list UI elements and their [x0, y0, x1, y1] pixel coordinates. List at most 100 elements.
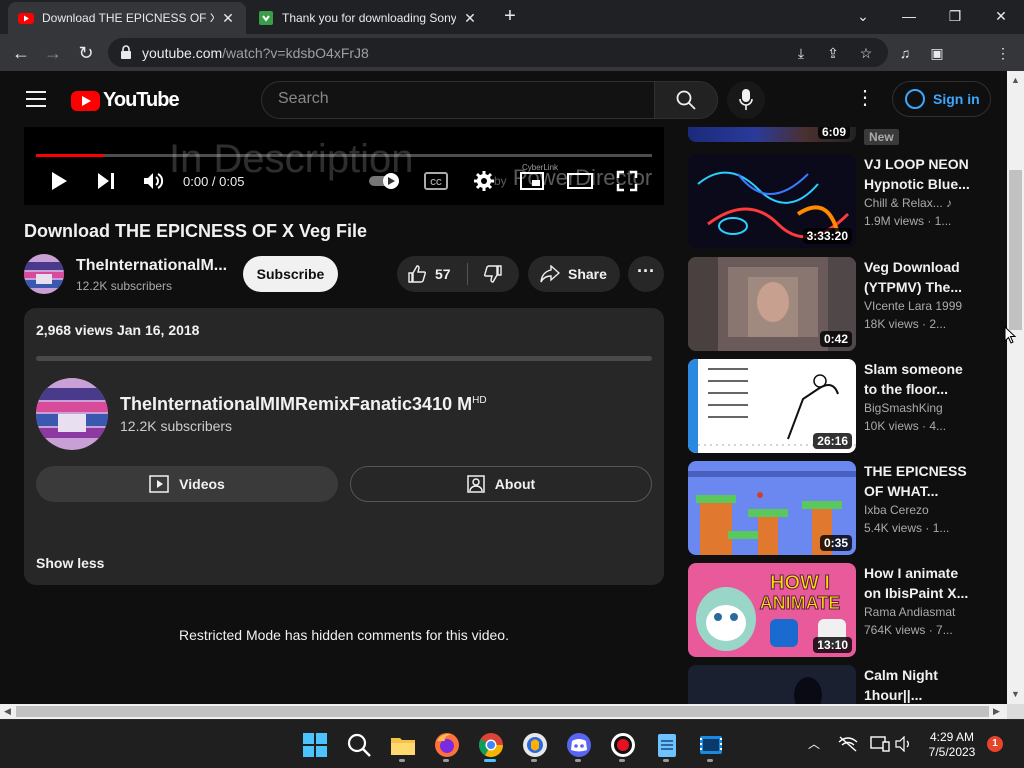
sign-in-button[interactable]: Sign in [892, 81, 991, 117]
install-icon[interactable]: ⤓ [791, 43, 811, 63]
browser-menu-icon[interactable]: ⋮ [993, 43, 1013, 63]
miniplayer-icon[interactable] [520, 170, 544, 192]
channel-name-large[interactable]: TheInternationalMIMRemixFanatic3410 MHD [120, 394, 487, 415]
reload-icon[interactable]: ↻ [75, 42, 97, 64]
about-button[interactable]: About [350, 466, 652, 502]
progress-bar[interactable] [36, 154, 652, 157]
duration-badge: 3:33:20 [802, 228, 852, 244]
subscribe-button[interactable]: Subscribe [243, 256, 338, 292]
channel-avatar[interactable] [24, 254, 64, 294]
youtube-logo[interactable]: YouTube [71, 89, 180, 112]
tab-search-icon[interactable]: ⌄ [852, 6, 874, 26]
recommended-video[interactable]: 26:16 Slam someone to the floor... BigSma… [688, 359, 988, 455]
share-arrow-icon [540, 265, 560, 283]
app-running-indicator [663, 759, 669, 762]
fullscreen-icon[interactable] [616, 170, 638, 192]
recommended-title: Slam someone to the floor... [864, 361, 963, 397]
duration-badge: 6:09 [817, 127, 850, 139]
search-button[interactable] [654, 81, 718, 119]
media-control-icon[interactable]: ♫ [895, 43, 915, 63]
vertical-scrollbar[interactable]: ▲ ▼ [1007, 71, 1024, 704]
volume-icon[interactable] [142, 170, 164, 192]
back-icon[interactable]: ← [10, 42, 32, 64]
recommended-video[interactable]: 0:35 THE EPICNESS OF WHAT... Ixba Cerezo … [688, 461, 988, 557]
side-panel-icon[interactable]: ▣ [927, 43, 947, 63]
vertical-scroll-thumb[interactable] [1009, 170, 1022, 330]
recommended-video[interactable]: 3:33:20 VJ LOOP NEON Hypnotic Blue... Chi… [688, 154, 988, 250]
minimize-button[interactable]: — [898, 6, 920, 26]
scroll-right-arrow-icon[interactable]: ▶ [993, 706, 1000, 717]
play-icon[interactable] [50, 170, 68, 192]
volume-tray-icon[interactable] [895, 736, 913, 752]
like-dislike-group: 57 [397, 256, 519, 292]
settings-gear-icon[interactable] [473, 170, 495, 192]
windows-start-icon[interactable] [301, 731, 329, 759]
search-icon [676, 90, 696, 110]
scrollbar-corner [1007, 704, 1024, 719]
dislike-button[interactable] [475, 256, 515, 292]
bookmark-star-icon[interactable]: ☆ [856, 43, 876, 63]
search-input[interactable] [278, 90, 638, 108]
svg-text:ANIMATE: ANIMATE [760, 593, 841, 613]
share-button[interactable]: Share [528, 256, 620, 292]
tab-youtube[interactable]: Download THE EPICNESS OF X Ve ✕ [8, 2, 246, 34]
screen-recorder-icon[interactable] [609, 731, 637, 759]
scroll-left-arrow-icon[interactable]: ◀ [4, 706, 11, 717]
close-tab-icon[interactable]: ✕ [462, 10, 478, 26]
chrome-icon[interactable] [477, 731, 505, 759]
show-less-button[interactable]: Show less [36, 555, 104, 571]
duration-badge: 13:10 [813, 637, 852, 653]
tab-download-page[interactable]: Thank you for downloading Sony ✕ [248, 2, 488, 34]
recommended-title: Calm Night 1hour||... [864, 667, 938, 703]
file-explorer-icon[interactable] [389, 731, 417, 759]
network-disconnected-icon[interactable] [838, 736, 858, 752]
channel-avatar-large[interactable] [36, 378, 108, 450]
restricted-mode-notice: Restricted Mode has hidden comments for … [179, 627, 509, 643]
share-page-icon[interactable]: ⇪ [823, 43, 843, 63]
next-icon[interactable] [96, 170, 116, 192]
firefox-icon[interactable] [433, 731, 461, 759]
hamburger-menu-icon[interactable] [26, 91, 46, 107]
recommended-video[interactable]: Calm Night 1hour||... [688, 665, 988, 704]
subtitles-icon[interactable]: CC [424, 170, 448, 192]
partial-recommendation-thumbnail[interactable]: 6:09 [688, 127, 856, 142]
notification-badge[interactable]: 1 [987, 736, 1003, 752]
description-divider [36, 356, 652, 361]
scroll-up-arrow-icon[interactable]: ▲ [1011, 75, 1020, 85]
taskbar-clock[interactable]: 4:29 AM 7/5/2023 [924, 730, 980, 760]
voice-search-button[interactable] [727, 81, 765, 119]
video-editor-icon[interactable] [697, 731, 725, 759]
duration-badge: 0:35 [819, 535, 852, 551]
display-icon[interactable] [870, 735, 890, 753]
recommended-video[interactable]: HOW I ANIMATE 13:10 How I animate on Ibis… [688, 563, 988, 659]
close-window-button[interactable]: ✕ [990, 6, 1012, 26]
forward-icon[interactable]: → [42, 42, 64, 64]
close-tab-icon[interactable]: ✕ [220, 10, 236, 26]
recommended-channel: BigSmashKing [864, 401, 943, 415]
youtube-header: YouTube ⋮ Sign in [0, 71, 1007, 127]
settings-menu-icon[interactable]: ⋮ [855, 88, 875, 109]
videos-button[interactable]: Videos [36, 466, 338, 502]
youtube-play-logo-icon [71, 90, 100, 111]
new-tab-button[interactable]: + [500, 6, 520, 28]
music-note-icon: ♪ [946, 196, 953, 210]
video-player[interactable]: In Description CyberLink by PowerDirecto… [24, 127, 664, 205]
download-site-icon [259, 11, 273, 25]
notepad-icon[interactable] [653, 731, 681, 759]
discord-icon[interactable] [565, 731, 593, 759]
system-tray-chevron-icon[interactable]: ︿ [808, 735, 820, 752]
horizontal-scroll-thumb[interactable] [16, 706, 989, 717]
address-bar[interactable]: youtube.com/watch?v=kdsbO4xFrJ8 [108, 38, 888, 67]
more-actions-button[interactable]: ··· [628, 256, 664, 292]
privacy-browser-icon[interactable] [521, 731, 549, 759]
new-badge: New [864, 129, 899, 145]
scroll-down-arrow-icon[interactable]: ▼ [1011, 689, 1020, 699]
theater-mode-icon[interactable] [567, 170, 593, 192]
autoplay-toggle[interactable] [368, 170, 402, 192]
like-button[interactable]: 57 [397, 256, 469, 292]
recommended-video[interactable]: 0:42 Veg Download (YTPMV) The... VIcente … [688, 257, 988, 353]
channel-name[interactable]: TheInternationalM... [76, 257, 226, 275]
taskbar-search-icon[interactable] [345, 731, 373, 759]
description-panel[interactable]: 2,968 views Jan 16, 2018 TheInternationa… [24, 308, 664, 585]
restore-button[interactable]: ❐ [944, 6, 966, 26]
